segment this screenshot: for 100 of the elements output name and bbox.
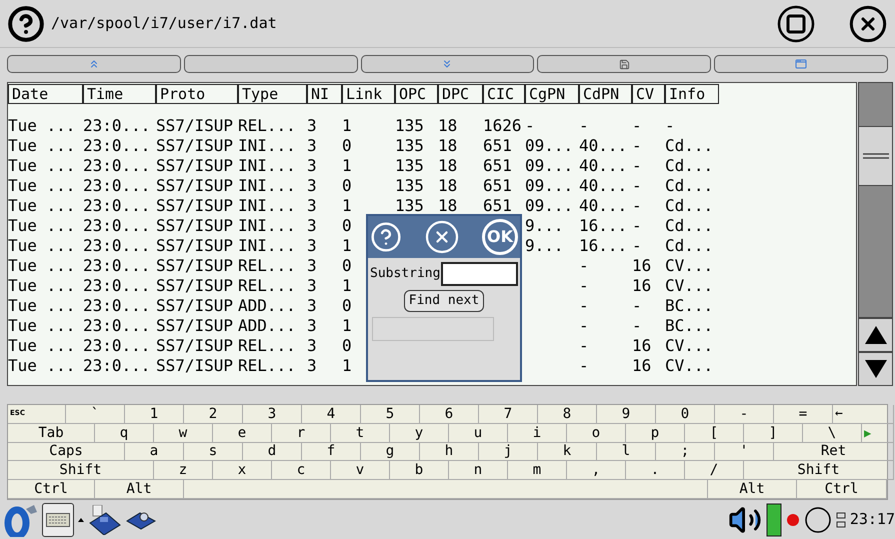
keyboard-key[interactable]: x: [213, 461, 272, 480]
table-cell: SS7/ISUP: [156, 156, 234, 175]
toolbar-button[interactable]: [7, 55, 181, 73]
keyboard-key[interactable]: ': [715, 442, 774, 462]
keyboard-key[interactable]: Ctrl: [797, 480, 887, 499]
keyboard-key[interactable]: 1: [125, 405, 184, 424]
keyboard-key[interactable]: Caps: [8, 442, 125, 462]
keyboard-key[interactable]: Tab: [8, 424, 95, 443]
keyboard-key[interactable]: b: [390, 461, 449, 480]
keyboard-key[interactable]: \: [803, 424, 862, 443]
table-cell: 0: [342, 216, 352, 235]
keyboard-key[interactable]: 0: [656, 405, 715, 424]
keyboard-key[interactable]: n: [449, 461, 508, 480]
column-header[interactable]: CIC: [483, 84, 525, 104]
column-header[interactable]: Proto: [156, 84, 238, 104]
keyboard-key[interactable]: -: [715, 405, 774, 424]
close-icon[interactable]: [848, 4, 888, 44]
column-header[interactable]: CV: [632, 84, 665, 104]
column-header[interactable]: CgPN: [525, 84, 579, 104]
caret-icon[interactable]: [78, 518, 84, 522]
status-dot-icon[interactable]: [786, 512, 800, 526]
keyboard-key[interactable]: k: [538, 442, 597, 462]
keyboard-key[interactable]: Alt: [95, 480, 184, 499]
keyboard-key[interactable]: =: [774, 405, 833, 424]
keyboard-key[interactable]: 3: [243, 405, 302, 424]
keyboard-key[interactable]: /: [685, 461, 744, 480]
keyboard-key[interactable]: h: [420, 442, 479, 462]
keyboard-key[interactable]: [: [685, 424, 744, 443]
keyboard-key[interactable]: ←: [833, 405, 894, 424]
keyboard-key[interactable]: j: [479, 442, 538, 462]
keyboard-key[interactable]: s: [184, 442, 243, 462]
keyboard-key[interactable]: a: [125, 442, 184, 462]
keyboard-key[interactable]: t: [331, 424, 390, 443]
ok-button[interactable]: OK: [482, 219, 518, 255]
keyboard-toggle-button[interactable]: [42, 502, 74, 536]
table-cell: INI...: [238, 196, 296, 215]
keyboard-key[interactable]: 8: [538, 405, 597, 424]
keyboard-key[interactable]: 6: [420, 405, 479, 424]
keyboard-key[interactable]: 5: [361, 405, 420, 424]
table-cell: 23:0...: [83, 276, 150, 295]
keyboard-key[interactable]: f: [302, 442, 361, 462]
maximize-icon[interactable]: [777, 4, 815, 42]
toolbar-button[interactable]: [537, 55, 712, 73]
keyboard-key[interactable]: g: [361, 442, 420, 462]
keyboard-key[interactable]: 7: [479, 405, 538, 424]
table-cell: 1: [342, 116, 352, 135]
keyboard-key[interactable]: w: [154, 424, 213, 443]
keyboard-key[interactable]: i: [508, 424, 567, 443]
column-header[interactable]: Date: [8, 84, 83, 104]
keyboard-key[interactable]: o: [567, 424, 626, 443]
column-header[interactable]: Info: [665, 84, 719, 104]
keyboard-key[interactable]: r: [272, 424, 331, 443]
column-header[interactable]: OPC: [395, 84, 438, 104]
keyboard-key[interactable]: Ctrl: [8, 480, 95, 499]
column-header[interactable]: NI: [307, 84, 342, 104]
column-header[interactable]: Link: [342, 84, 395, 104]
keyboard-key[interactable]: Ret: [774, 442, 894, 462]
scroll-down-button[interactable]: [858, 352, 893, 386]
toolbar-button[interactable]: [360, 55, 534, 73]
keyboard-key[interactable]: Shift: [744, 461, 894, 480]
keyboard-key[interactable]: p: [626, 424, 685, 443]
app-menu-icon[interactable]: [4, 502, 38, 536]
keyboard-key[interactable]: v: [331, 461, 390, 480]
circle-icon[interactable]: [804, 506, 832, 534]
help-icon[interactable]: [7, 4, 45, 42]
toolbar-button[interactable]: [714, 55, 888, 73]
table-cell: Tue ...: [8, 296, 76, 315]
keyboard-key[interactable]: q: [95, 424, 154, 443]
keyboard-key[interactable]: ;: [656, 442, 715, 462]
keyboard-key[interactable]: 9: [597, 405, 656, 424]
toolbar-button[interactable]: [184, 55, 358, 73]
table-cell: 40...: [579, 176, 628, 195]
keyboard-key[interactable]: 2: [184, 405, 243, 424]
keyboard-key[interactable]: y: [390, 424, 449, 443]
keyboard-key[interactable]: c: [272, 461, 331, 480]
find-next-button[interactable]: Find next: [404, 290, 484, 312]
keyboard-key[interactable]: e: [213, 424, 272, 443]
column-header[interactable]: Type: [238, 84, 307, 104]
keyboard-key[interactable]: ,: [567, 461, 626, 480]
keyboard-key[interactable]: d: [243, 442, 302, 462]
keyboard-key[interactable]: `: [66, 405, 125, 424]
column-header[interactable]: DPC: [438, 84, 483, 104]
keyboard-key[interactable]: m: [508, 461, 567, 480]
keyboard-key[interactable]: ]: [744, 424, 803, 443]
keyboard-key[interactable]: z: [154, 461, 213, 480]
phone-icon[interactable]: [88, 504, 122, 534]
keyboard-key[interactable]: u: [449, 424, 508, 443]
table-cell: 3: [307, 256, 317, 275]
column-header[interactable]: CdPN: [579, 84, 632, 104]
battery-icon[interactable]: [766, 502, 782, 536]
substring-field[interactable]: [441, 262, 518, 286]
keyboard-key[interactable]: l: [597, 442, 656, 462]
keyboard-key[interactable]: Alt: [708, 480, 797, 499]
keyboard-key[interactable]: Shift: [8, 461, 154, 480]
keyboard-key[interactable]: 4: [302, 405, 361, 424]
scroll-up-button[interactable]: [858, 318, 893, 352]
down-triangle-icon: [864, 359, 888, 379]
scrollbar-thumb[interactable]: [859, 126, 892, 186]
keyboard-key[interactable]: .: [626, 461, 685, 480]
column-header[interactable]: Time: [83, 84, 156, 104]
